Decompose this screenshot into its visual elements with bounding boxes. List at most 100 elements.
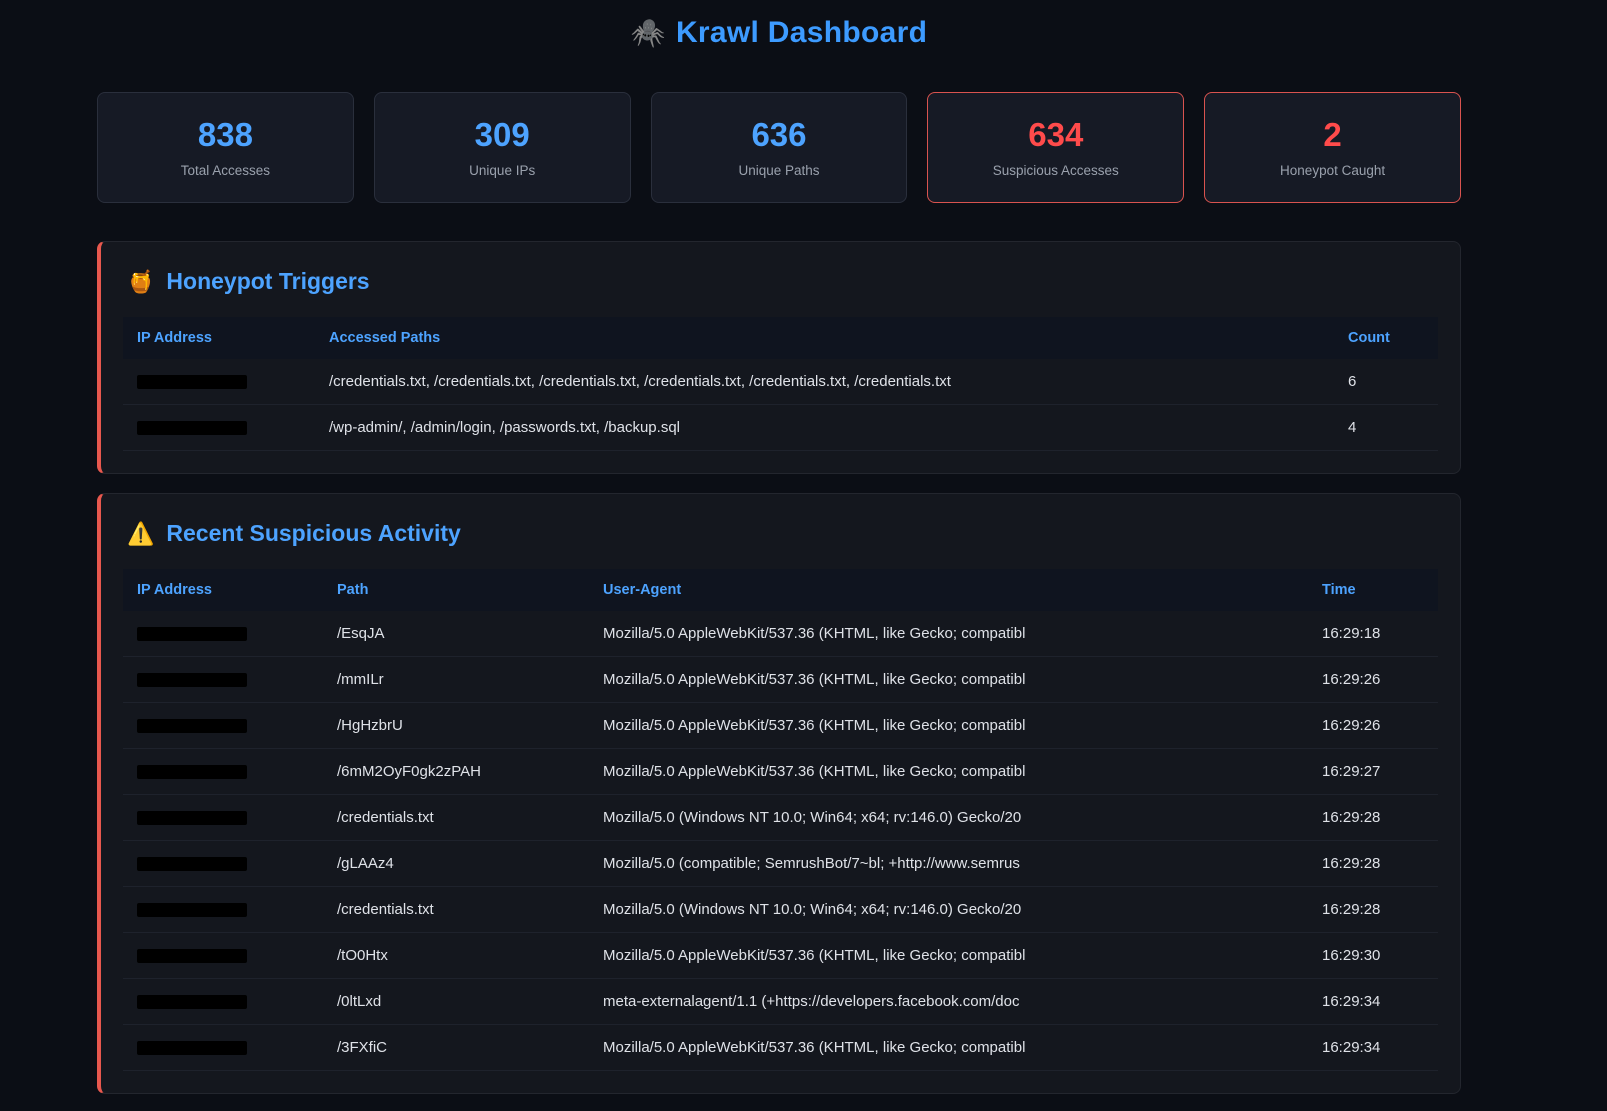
honeypot-section-title: 🍯 Honeypot Triggers (127, 268, 1438, 295)
stat-label-unique-paths: Unique Paths (738, 163, 819, 178)
time-cell: 16:29:26 (1308, 657, 1438, 703)
ip-cell (123, 359, 315, 405)
ip-cell (123, 979, 323, 1025)
suspicious-table: IP Address Path User-Agent Time /EsqJA M… (123, 569, 1438, 1071)
suspicious-row: /credentials.txt Mozilla/5.0 (Windows NT… (123, 887, 1438, 933)
suspicious-title-text: Recent Suspicious Activity (166, 520, 460, 546)
user-agent-cell: Mozilla/5.0 (compatible; SemrushBot/7~bl… (589, 841, 1308, 887)
path-cell: /EsqJA (323, 611, 589, 657)
ip-cell (123, 611, 323, 657)
redacted-ip (137, 421, 247, 435)
stat-card-unique-ips: 309 Unique IPs (374, 92, 631, 203)
time-cell: 16:29:18 (1308, 611, 1438, 657)
suspicious-col-ip: IP Address (123, 569, 323, 611)
ip-cell (123, 841, 323, 887)
redacted-ip (137, 765, 247, 779)
suspicious-col-ua: User-Agent (589, 569, 1308, 611)
redacted-ip (137, 375, 247, 389)
honeypot-title-text: Honeypot Triggers (166, 268, 369, 294)
suspicious-header-row: IP Address Path User-Agent Time (123, 569, 1438, 611)
user-agent-cell: Mozilla/5.0 AppleWebKit/537.36 (KHTML, l… (589, 611, 1308, 657)
user-agent-cell: Mozilla/5.0 AppleWebKit/537.36 (KHTML, l… (589, 1025, 1308, 1071)
honeypot-triggers-section: 🍯 Honeypot Triggers IP Address Accessed P… (97, 241, 1461, 474)
time-cell: 16:29:28 (1308, 795, 1438, 841)
redacted-ip (137, 949, 247, 963)
user-agent-cell: Mozilla/5.0 AppleWebKit/537.36 (KHTML, l… (589, 703, 1308, 749)
suspicious-row: /6mM2OyF0gk2zPAH Mozilla/5.0 AppleWebKit… (123, 749, 1438, 795)
ip-cell (123, 657, 323, 703)
honeypot-row: /credentials.txt, /credentials.txt, /cre… (123, 359, 1438, 405)
stat-card-unique-paths: 636 Unique Paths (651, 92, 908, 203)
path-cell: /tO0Htx (323, 933, 589, 979)
user-agent-cell: Mozilla/5.0 AppleWebKit/537.36 (KHTML, l… (589, 749, 1308, 795)
stat-label-suspicious-accesses: Suspicious Accesses (993, 163, 1119, 178)
redacted-ip (137, 673, 247, 687)
path-cell: /0ltLxd (323, 979, 589, 1025)
redacted-ip (137, 811, 247, 825)
redacted-ip (137, 995, 247, 1009)
suspicious-activity-section: ⚠️ Recent Suspicious Activity IP Address … (97, 493, 1461, 1094)
path-cell: /HgHzbrU (323, 703, 589, 749)
suspicious-row: /credentials.txt Mozilla/5.0 (Windows NT… (123, 795, 1438, 841)
suspicious-row: /gLAAz4 Mozilla/5.0 (compatible; Semrush… (123, 841, 1438, 887)
honeypot-row: /wp-admin/, /admin/login, /passwords.txt… (123, 405, 1438, 451)
honeypot-col-ip: IP Address (123, 317, 315, 359)
ip-cell (123, 703, 323, 749)
time-cell: 16:29:30 (1308, 933, 1438, 979)
honeypot-icon: 🍯 (127, 269, 154, 294)
stat-value-suspicious-accesses: 634 (1028, 118, 1083, 151)
ip-cell (123, 1025, 323, 1071)
honeypot-table-body: /credentials.txt, /credentials.txt, /cre… (123, 359, 1438, 451)
spider-icon: 🕷️ (631, 17, 666, 48)
stat-card-honeypot-caught: 2 Honeypot Caught (1204, 92, 1461, 203)
stat-card-suspicious-accesses: 634 Suspicious Accesses (927, 92, 1184, 203)
dashboard-container: 🕷️Krawl Dashboard 838 Total Accesses 309… (97, 0, 1461, 1094)
redacted-ip (137, 1041, 247, 1055)
honeypot-table: IP Address Accessed Paths Count /credent… (123, 317, 1438, 451)
ip-cell (123, 933, 323, 979)
warning-icon: ⚠️ (127, 521, 154, 546)
suspicious-row: /mmILr Mozilla/5.0 AppleWebKit/537.36 (K… (123, 657, 1438, 703)
user-agent-cell: Mozilla/5.0 (Windows NT 10.0; Win64; x64… (589, 795, 1308, 841)
suspicious-row: /tO0Htx Mozilla/5.0 AppleWebKit/537.36 (… (123, 933, 1438, 979)
user-agent-cell: meta-externalagent/1.1 (+https://develop… (589, 979, 1308, 1025)
honeypot-header-row: IP Address Accessed Paths Count (123, 317, 1438, 359)
path-cell: /6mM2OyF0gk2zPAH (323, 749, 589, 795)
count-cell: 6 (1334, 359, 1438, 405)
suspicious-row: /EsqJA Mozilla/5.0 AppleWebKit/537.36 (K… (123, 611, 1438, 657)
honeypot-col-paths: Accessed Paths (315, 317, 1334, 359)
ip-cell (123, 405, 315, 451)
stat-label-honeypot-caught: Honeypot Caught (1280, 163, 1385, 178)
paths-cell: /credentials.txt, /credentials.txt, /cre… (315, 359, 1334, 405)
user-agent-cell: Mozilla/5.0 AppleWebKit/537.36 (KHTML, l… (589, 657, 1308, 703)
stat-label-unique-ips: Unique IPs (469, 163, 535, 178)
time-cell: 16:29:28 (1308, 887, 1438, 933)
path-cell: /credentials.txt (323, 887, 589, 933)
ip-cell (123, 887, 323, 933)
redacted-ip (137, 719, 247, 733)
suspicious-row: /HgHzbrU Mozilla/5.0 AppleWebKit/537.36 … (123, 703, 1438, 749)
time-cell: 16:29:34 (1308, 979, 1438, 1025)
honeypot-col-count: Count (1334, 317, 1438, 359)
suspicious-section-title: ⚠️ Recent Suspicious Activity (127, 520, 1438, 547)
suspicious-col-time: Time (1308, 569, 1438, 611)
stat-value-total-accesses: 838 (198, 118, 253, 151)
stat-label-total-accesses: Total Accesses (181, 163, 270, 178)
suspicious-table-body: /EsqJA Mozilla/5.0 AppleWebKit/537.36 (K… (123, 611, 1438, 1071)
redacted-ip (137, 903, 247, 917)
count-cell: 4 (1334, 405, 1438, 451)
path-cell: /gLAAz4 (323, 841, 589, 887)
stat-card-total-accesses: 838 Total Accesses (97, 92, 354, 203)
ip-cell (123, 795, 323, 841)
time-cell: 16:29:34 (1308, 1025, 1438, 1071)
redacted-ip (137, 857, 247, 871)
stat-value-unique-ips: 309 (475, 118, 530, 151)
time-cell: 16:29:26 (1308, 703, 1438, 749)
time-cell: 16:29:28 (1308, 841, 1438, 887)
time-cell: 16:29:27 (1308, 749, 1438, 795)
stat-value-honeypot-caught: 2 (1323, 118, 1341, 151)
suspicious-row: /0ltLxd meta-externalagent/1.1 (+https:/… (123, 979, 1438, 1025)
suspicious-col-path: Path (323, 569, 589, 611)
redacted-ip (137, 627, 247, 641)
stat-value-unique-paths: 636 (751, 118, 806, 151)
